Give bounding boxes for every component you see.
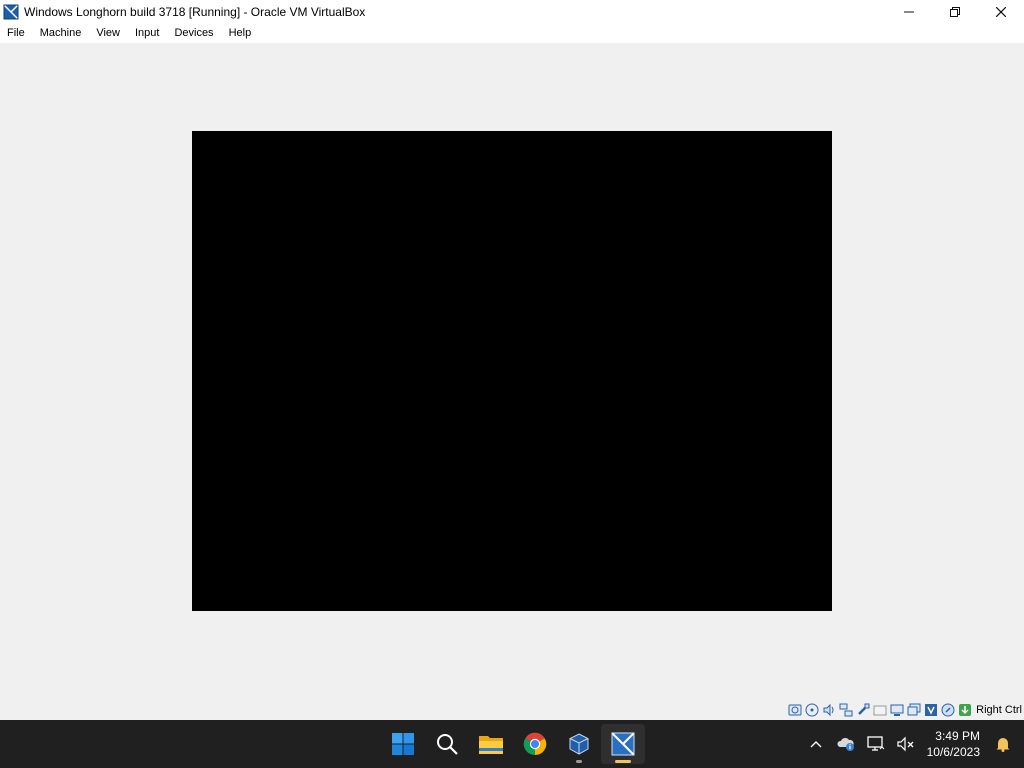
close-icon (996, 6, 1006, 17)
optical-drive-icon[interactable] (804, 703, 819, 718)
menu-devices[interactable]: Devices (167, 23, 221, 43)
chevron-up-icon (810, 741, 822, 748)
taskbar: 3:49 PM 10/6/2023 (0, 720, 1024, 768)
clock-time: 3:49 PM (935, 729, 980, 743)
taskbar-clock[interactable]: 3:49 PM 10/6/2023 (921, 728, 988, 760)
hard-disk-icon[interactable] (787, 703, 802, 718)
restore-icon (950, 6, 960, 17)
keyboard-icon[interactable] (957, 703, 972, 718)
title-bar[interactable]: Windows Longhorn build 3718 [Running] - … (0, 0, 1024, 23)
menu-help[interactable]: Help (222, 23, 260, 43)
virtualization-icon[interactable] (923, 703, 938, 718)
display-icon[interactable] (889, 703, 904, 718)
virtualbox-manager-icon (569, 733, 589, 755)
host-key-label[interactable]: Right Ctrl (976, 704, 1022, 716)
status-bar: Right Ctrl (787, 700, 1024, 720)
virtualbox-vm-icon (611, 732, 635, 756)
running-indicator (576, 760, 582, 763)
maximize-button[interactable] (932, 0, 978, 23)
video-capture-icon[interactable] (906, 703, 921, 718)
start-button[interactable] (381, 724, 425, 764)
virtualbox-icon (3, 3, 19, 20)
menu-input[interactable]: Input (128, 23, 167, 43)
active-indicator (615, 760, 631, 763)
virtualbox-window: Windows Longhorn build 3718 [Running] - … (0, 0, 1024, 720)
virtualbox-manager-button[interactable] (557, 724, 601, 764)
menu-machine[interactable]: Machine (33, 23, 90, 43)
vm-display[interactable] (192, 131, 832, 611)
chrome-button[interactable] (513, 724, 557, 764)
usb-icon[interactable] (855, 703, 870, 718)
mouse-integration-icon[interactable] (940, 703, 955, 718)
search-button[interactable] (425, 724, 469, 764)
cloud-info-icon (837, 737, 854, 751)
volume-button[interactable] (891, 724, 921, 764)
close-button[interactable] (978, 0, 1024, 23)
window-title: Windows Longhorn build 3718 [Running] - … (24, 4, 366, 19)
file-explorer-icon (479, 736, 503, 754)
minimize-button[interactable] (886, 0, 932, 23)
minimize-icon (904, 11, 914, 12)
taskbar-apps (381, 720, 645, 768)
network-icon[interactable] (838, 703, 853, 718)
shared-folders-icon[interactable] (872, 703, 887, 718)
window-controls (886, 0, 1024, 23)
clock-date: 10/6/2023 (926, 745, 980, 759)
system-tray: 3:49 PM 10/6/2023 (801, 720, 1024, 768)
bell-icon (996, 738, 1010, 752)
audio-icon[interactable] (821, 703, 836, 718)
search-icon (437, 734, 458, 755)
network-monitor-icon (866, 736, 884, 751)
start-icon (392, 733, 414, 755)
onedrive-button[interactable] (831, 724, 861, 764)
menu-bar: File Machine View Input Devices Help (0, 23, 1024, 43)
notifications-button[interactable] (988, 724, 1018, 764)
virtualbox-vm-button[interactable] (601, 724, 645, 764)
chrome-icon (523, 732, 547, 756)
file-explorer-button[interactable] (469, 724, 513, 764)
show-hidden-icons-button[interactable] (801, 724, 831, 764)
menu-view[interactable]: View (89, 23, 128, 43)
speaker-muted-icon (897, 736, 914, 752)
menu-file[interactable]: File (0, 23, 33, 43)
network-button[interactable] (861, 724, 891, 764)
